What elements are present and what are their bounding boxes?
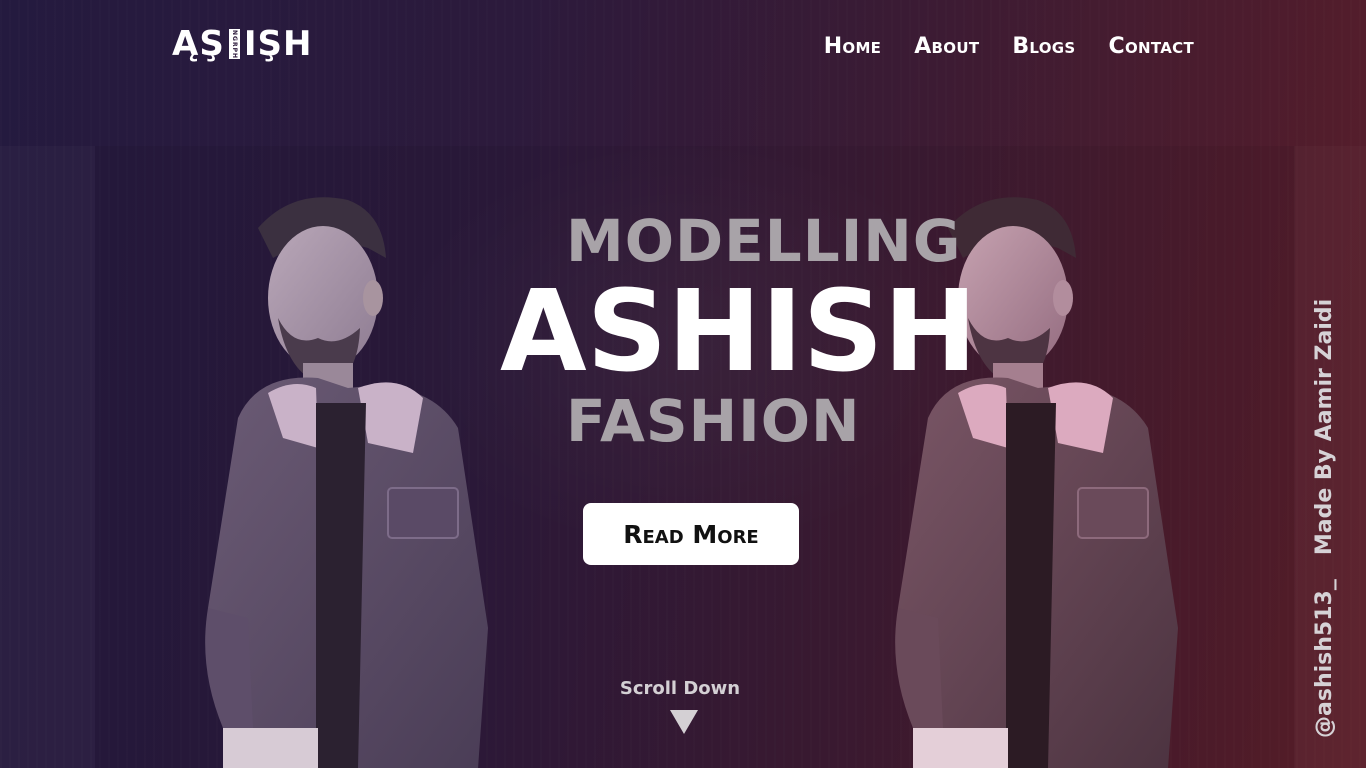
logo-tag: NGRPH (228, 29, 240, 59)
nav-contact-link[interactable]: Contact (1109, 34, 1194, 59)
nav-home-link[interactable]: Home (824, 34, 882, 59)
hero-line-fashion: FASHION (566, 387, 861, 455)
credit-vertical: @ashish513_ Made By Aamir Zaidi (1312, 299, 1338, 738)
hero-title: ASHISH (500, 267, 978, 397)
nav-about-link[interactable]: About (914, 34, 979, 59)
model-photo-left (198, 188, 498, 768)
read-more-button[interactable]: Read More (583, 503, 799, 565)
main-nav: Home About Blogs Contact (824, 34, 1194, 59)
hero-line-modelling: MODELLING (566, 207, 962, 275)
credit-handle: @ashish513_ (1312, 579, 1337, 738)
nav-blogs-link[interactable]: Blogs (1012, 34, 1075, 59)
logo-text-right: IŞH (243, 24, 313, 64)
credit-made-by: Made By Aamir Zaidi (1312, 298, 1337, 556)
logo-text-left: ĄŞ (172, 24, 225, 64)
triangle-down-icon[interactable] (670, 710, 698, 734)
model-figure-left (205, 197, 488, 768)
scroll-down-label[interactable]: Scroll Down (610, 678, 750, 699)
brand-logo[interactable]: ĄŞ NGRPH IŞH (172, 24, 312, 64)
background-panel-left (0, 146, 95, 768)
